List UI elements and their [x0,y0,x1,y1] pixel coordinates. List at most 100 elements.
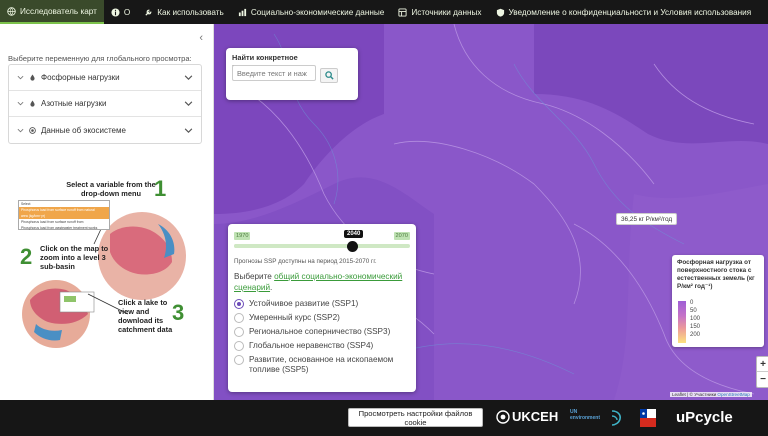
zoom-out-button[interactable]: − [757,372,768,387]
search-icon [324,71,334,80]
zoom-control: + − [756,356,768,388]
how-to-graphic: Select a variable from the drop-down men… [8,174,204,374]
database-icon [398,7,407,17]
collapse-sidebar-icon[interactable]: ‹ [199,32,203,44]
ssp4-option[interactable]: Глобальное неравенство (SSP4) [234,341,410,355]
ssp-label: Глобальное неравенство (SSP4) [249,341,374,350]
accordion-label: Фосфорные нагрузки [41,73,120,82]
ssp-label: Устойчивое развитие (SSP1) [249,299,359,308]
scenario-panel: 1970 2070 2040 Прогнозы SSP доступны на … [228,224,416,392]
dropdown-line: Phosphorus load from wastewater treatmen… [21,226,98,230]
cookie-settings-button[interactable]: Просмотреть настройки файлов cookie [348,408,483,427]
accordion-ecosystem[interactable]: Данные об экосистеме [9,117,201,143]
ssp5-option[interactable]: Развитие, основанное на ископаемом топли… [234,355,410,381]
nav-map-explorer[interactable]: Исследователь карт [0,0,104,24]
year-slider-track[interactable] [234,244,410,248]
ssp-radio-group: Устойчивое развитие (SSP1) Умеренный кур… [234,299,410,381]
legend-tick: 100 [690,316,701,322]
footer: Просмотреть настройки файлов cookie UKCE… [0,400,768,436]
step2-number: 2 [20,244,33,269]
radio-button[interactable] [234,327,244,337]
nav-label: Исследователь карт [20,6,97,16]
droplet-icon [30,74,35,81]
accordion-label: Азотные нагрузки [41,99,107,108]
sidebar-heading: Выберите переменную для глобального прос… [8,54,192,63]
location-search-panel: Найти конкретное местоположение [226,48,358,100]
attribution-prefix: Leaflet | © Участники [672,392,718,397]
chevron-down-icon [184,101,193,106]
step1-text: Select a variable from the drop-down men… [66,180,156,198]
osm-link[interactable]: OpenStreetMap [717,392,749,397]
ukceh-logo[interactable]: UKCEH [496,409,558,424]
year-selected-label: 2040 [344,230,364,238]
legend-ticks: 0 50 100 150 200 [690,299,700,339]
chile-flag-icon[interactable] [640,409,656,427]
ssp-prompt: Выберите общий социально-экономический с… [234,271,408,293]
legend-color-bar [678,301,686,343]
legend-tick: 150 [690,324,701,330]
radio-button[interactable] [234,299,244,309]
partner-leaf-icon[interactable] [610,409,622,427]
ssp2-option[interactable]: Умеренный курс (SSP2) [234,313,410,327]
accordion-nitrogen[interactable]: Азотные нагрузки [9,91,201,117]
ukceh-emblem-icon [496,409,510,424]
accordion-label: Данные об экосистеме [41,125,126,135]
step2-text: Click on the map to zoom into a level 3 … [40,244,109,271]
nav-data-sources[interactable]: Источники данных [391,0,488,24]
map-attribution: Leaflet | © Участники OpenStreetMap [670,392,752,397]
top-nav: Исследователь карт О Как использовать Со… [0,0,768,24]
nav-how-to-use[interactable]: Как использовать [137,0,231,24]
ecosystem-icon [29,126,36,134]
wrench-icon [145,9,152,16]
legend-tick: 50 [690,308,697,314]
nav-about[interactable]: О [104,0,137,24]
ukceh-logo-text: UKCEH [512,409,559,424]
ssp-label: Развитие, основанное на ископаемом топли… [249,355,394,374]
shield-icon [496,8,504,17]
nav-label: Уведомление о конфиденциальности и Услов… [508,7,752,17]
year-slider-fill [234,244,358,248]
variable-accordion: Фосфорные нагрузки Азотные нагрузки Данн… [8,64,202,144]
chevron-down-icon [17,128,24,132]
un-environment-logo[interactable]: UN environment [570,409,600,421]
step3-number: 3 [172,300,185,325]
step1-number: 1 [154,176,167,201]
upcycle-logo[interactable]: uPcycle [676,409,733,426]
nav-label: Социально-экономические данные [250,7,385,17]
search-button[interactable] [320,68,338,83]
sidebar: ‹ Выберите переменную для глобального пр… [0,24,214,400]
year-slider-handle[interactable] [347,241,358,252]
ssp-label: Региональное соперничество (SSP3) [249,327,391,336]
nav-label: Источники данных [411,7,482,17]
ssp-prompt-end: . [270,283,273,292]
ssp-note: Прогнозы SSP доступны на период 2015-207… [234,258,377,265]
radio-button[interactable] [234,341,244,351]
nav-socio-economic[interactable]: Социально-экономические данные [231,0,392,24]
chart-icon [238,8,246,16]
legend-title: Фосфорная нагрузка от поверхностного сто… [677,259,755,290]
chevron-down-icon [17,101,24,106]
zoom-in-button[interactable]: + [757,357,768,372]
map-value-tooltip: 36,25 кг P/км²/год [616,213,678,225]
year-max-label: 2070 [393,232,410,240]
chevron-down-icon [17,75,24,80]
chevron-down-icon [184,75,193,80]
ssp1-option[interactable]: Устойчивое развитие (SSP1) [234,299,410,313]
ssp-label: Умеренный курс (SSP2) [249,313,340,322]
legend-tick: 0 [690,300,694,306]
info-icon [111,7,120,17]
step3-text: Click a lake to view and download its ca… [118,298,173,334]
search-input[interactable] [232,65,316,81]
radio-button[interactable] [234,313,244,323]
radio-button[interactable] [234,355,244,365]
mini-dropdown: Select Phosphorus load from surface runo… [18,200,110,230]
legend-tick: 200 [690,332,701,338]
year-min-label: 1970 [234,232,251,240]
accordion-phosphorus[interactable]: Фосфорные нагрузки [9,65,201,91]
nav-privacy[interactable]: Уведомление о конфиденциальности и Услов… [489,0,759,24]
nav-label: О [123,7,131,17]
map-icon [7,6,16,16]
map-legend: Фосфорная нагрузка от поверхностного сто… [672,255,764,347]
droplet-icon [30,100,35,107]
ssp3-option[interactable]: Региональное соперничество (SSP3) [234,327,410,341]
